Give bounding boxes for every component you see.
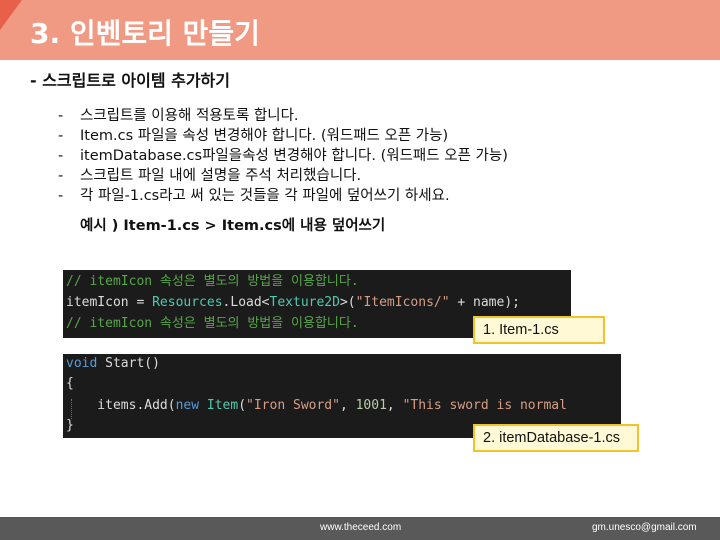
code-token: new: [175, 398, 200, 413]
code-token: 1001: [355, 398, 387, 413]
bullet-text: 각 파일-1.cs라고 써 있는 것들을 각 파일에 덮어쓰기 하세요.: [80, 188, 450, 204]
code-token: (: [238, 398, 247, 413]
code-comment-line: // itemIcon 속성은 별도의 방법을 이용합니다.: [66, 316, 359, 331]
bullet-text: itemDatabase.cs파일을속성 변경해야 합니다. (워드패드 오픈 …: [80, 148, 508, 164]
slide-title: 3. 인벤토리 만들기: [30, 17, 260, 50]
code-token: "Iron Sword": [246, 398, 340, 413]
code-token: Start(): [97, 356, 160, 371]
code-token: Texture2D: [269, 295, 340, 310]
bullet-dash: -: [58, 128, 64, 144]
code-token: "This sword is normal: [402, 398, 567, 413]
section-subtitle: - 스크립트로 아이템 추가하기: [30, 71, 230, 90]
bullet-dash: -: [58, 108, 64, 124]
code-comment-line: // itemIcon 속성은 별도의 방법을 이용합니다.: [66, 274, 359, 289]
bullet-text: Item.cs 파일을 속성 변경해야 합니다. (워드패드 오픈 가능): [80, 128, 449, 144]
code-token: Resources: [152, 295, 223, 310]
code-token: items.Add(: [66, 398, 176, 413]
callout-label-itemdatabase: 2. itemDatabase-1.cs: [473, 424, 639, 452]
code-token: .Load<: [222, 295, 270, 310]
code-token: void: [66, 356, 98, 371]
code-line: {: [66, 376, 74, 391]
bullet-dash: -: [58, 188, 64, 204]
title-bar: 3. 인벤토리 만들기: [0, 0, 720, 60]
bullet-text: 스크립트 파일 내에 설명을 주석 처리했습니다.: [80, 168, 362, 184]
code-token: "ItemIcons/": [355, 295, 450, 310]
example-text: 예시 ) Item-1.cs > Item.cs에 내용 덮어쓰기: [80, 218, 386, 234]
bullet-text: 스크립트를 이용해 적용토록 합니다.: [80, 108, 299, 124]
footer-email: gm.unesco@gmail.com: [592, 522, 697, 533]
footer-bar: www.theceed.com gm.unesco@gmail.com: [0, 517, 720, 540]
code-line: void Start(): [66, 354, 160, 374]
callout-label-item: 1. Item-1.cs: [473, 316, 605, 344]
code-token: Item: [206, 398, 239, 413]
code-token: >(: [339, 295, 356, 310]
code-line: items.Add(new Item("Iron Sword", 1001, "…: [66, 396, 567, 416]
footer-url: www.theceed.com: [320, 522, 402, 533]
code-line: }: [66, 418, 74, 433]
bullet-dash: -: [58, 148, 64, 164]
code-line: itemIcon = Resources.Load<Texture2D>("It…: [66, 293, 520, 313]
code-token: itemIcon =: [66, 295, 153, 310]
code-token: ,: [339, 398, 356, 413]
code-token: + name);: [449, 295, 520, 310]
code-token: ,: [386, 398, 403, 413]
bullet-dash: -: [58, 168, 64, 184]
title-accent-shape: [0, 0, 22, 30]
